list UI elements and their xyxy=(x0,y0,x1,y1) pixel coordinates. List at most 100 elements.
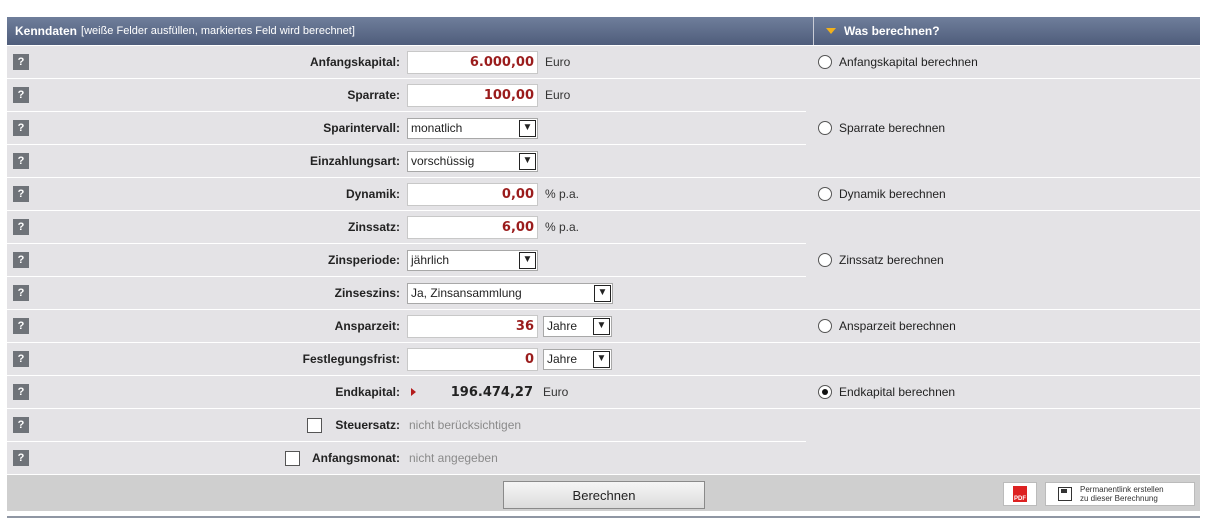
radio-button-selected[interactable] xyxy=(818,385,832,399)
pdf-button[interactable]: PDF xyxy=(1003,482,1037,506)
field-label: Zinssatz: xyxy=(347,220,400,234)
field-label: Anfangsmonat: xyxy=(312,451,400,465)
permalink-line1: Permanentlink erstellen xyxy=(1080,485,1164,494)
chevron-down-icon: ▼ xyxy=(519,251,536,269)
radio-button[interactable] xyxy=(818,187,832,201)
anfangsmonat-checkbox[interactable] xyxy=(285,451,300,466)
zinsperiode-select[interactable]: jährlich ▼ xyxy=(407,249,538,271)
field-label: Zinsperiode: xyxy=(327,253,400,267)
panel-header: Kenndaten [weiße Felder ausfüllen, marki… xyxy=(7,17,1200,45)
help-icon[interactable]: ? xyxy=(13,54,29,70)
option-zinssatz[interactable]: Zinssatz berechnen xyxy=(806,210,1200,309)
option-ansparzeit[interactable]: Ansparzeit berechnen xyxy=(806,309,1200,342)
ansparzeit-input[interactable]: 36 xyxy=(407,314,538,338)
panel-footer: Berechnen PDF Permanentlink erstellen zu… xyxy=(7,474,1200,511)
permalink-label: Permanentlink erstellen zu dieser Berech… xyxy=(1080,485,1164,503)
field-label: Steuersatz: xyxy=(335,418,400,432)
field-label: Festlegungsfrist: xyxy=(302,352,400,366)
help-icon[interactable]: ? xyxy=(13,153,29,169)
calc-choice-panel: Anfangskapital berechnen Sparrate berech… xyxy=(806,45,1200,474)
permalink-line2: zu dieser Berechnung xyxy=(1080,494,1158,503)
calculate-button[interactable]: Berechnen xyxy=(503,481,705,509)
option-label: Zinssatz berechnen xyxy=(839,253,944,267)
pdf-icon: PDF xyxy=(1013,486,1027,502)
select-value: jährlich xyxy=(411,253,450,267)
einzahlungsart-select[interactable]: vorschüssig ▼ xyxy=(407,150,538,172)
field-label: Zinseszins: xyxy=(334,286,400,300)
option-anfangskapital[interactable]: Anfangskapital berechnen xyxy=(806,45,1200,78)
chevron-down-icon: ▼ xyxy=(594,284,611,302)
row-steuersatz: ? Steuersatz: nicht berücksichtigen xyxy=(7,408,806,441)
row-festlegungsfrist: ? Festlegungsfrist: 0 Jahre ▼ xyxy=(7,342,806,375)
option-endkapital[interactable]: Endkapital berechnen xyxy=(806,375,1200,408)
radio-button[interactable] xyxy=(818,319,832,333)
unit-label: % p.a. xyxy=(545,220,580,234)
help-icon[interactable]: ? xyxy=(13,450,29,466)
calculator-panel: Kenndaten [weiße Felder ausfüllen, marki… xyxy=(7,17,1200,511)
zinssatz-input[interactable]: 6,00 xyxy=(407,215,538,239)
endkapital-result: 196.474,27 xyxy=(407,381,536,404)
field-label: Anfangskapital: xyxy=(309,55,400,69)
radio-button[interactable] xyxy=(818,253,832,267)
bottom-divider xyxy=(7,516,1200,518)
field-label: Einzahlungsart: xyxy=(309,154,400,168)
help-icon[interactable]: ? xyxy=(13,417,29,433)
row-zinsperiode: ? Zinsperiode: jährlich ▼ xyxy=(7,243,806,276)
option-sparrate[interactable]: Sparrate berechnen xyxy=(806,78,1200,177)
save-icon xyxy=(1058,487,1072,501)
unit-label: Euro xyxy=(545,88,571,102)
select-value: Ja, Zinsansammlung xyxy=(411,286,522,300)
row-zinssatz: ? Zinssatz: 6,00 % p.a. xyxy=(7,210,806,243)
sparintervall-select[interactable]: monatlich ▼ xyxy=(407,117,538,139)
endkapital-value: 196.474,27 xyxy=(450,384,533,400)
festlegungsfrist-unit-select[interactable]: Jahre ▼ xyxy=(543,348,612,370)
chevron-down-icon: ▼ xyxy=(593,350,610,368)
row-ansparzeit: ? Ansparzeit: 36 Jahre ▼ xyxy=(7,309,806,342)
select-value: vorschüssig xyxy=(411,154,475,168)
dynamik-input[interactable]: 0,00 xyxy=(407,182,538,206)
header-right: Was berechnen? xyxy=(814,17,1200,45)
steuersatz-checkbox[interactable] xyxy=(307,418,322,433)
row-zinseszins: ? Zinseszins: Ja, Zinsansammlung ▼ xyxy=(7,276,806,309)
chevron-down-icon: ▼ xyxy=(593,317,610,335)
row-anfangsmonat: ? Anfangsmonat: nicht angegeben xyxy=(7,441,806,474)
radio-button[interactable] xyxy=(818,55,832,69)
help-icon[interactable]: ? xyxy=(13,87,29,103)
help-icon[interactable]: ? xyxy=(13,318,29,334)
steuersatz-note: nicht berücksichtigen xyxy=(409,418,522,432)
row-sparintervall: ? Sparintervall: monatlich ▼ xyxy=(7,111,806,144)
ansparzeit-unit-select[interactable]: Jahre ▼ xyxy=(543,315,612,337)
row-dynamik: ? Dynamik: 0,00 % p.a. xyxy=(7,177,806,210)
radio-button[interactable] xyxy=(818,121,832,135)
header-subtitle: [weiße Felder ausfüllen, markiertes Feld… xyxy=(81,25,355,37)
permalink-button[interactable]: Permanentlink erstellen zu dieser Berech… xyxy=(1045,482,1195,506)
panel-body: ? Anfangskapital: 6.000,00 Euro ? Sparra… xyxy=(7,45,1200,474)
sparrate-input[interactable]: 100,00 xyxy=(407,83,538,107)
anfangskapital-input[interactable]: 6.000,00 xyxy=(407,50,538,74)
calc-choice-title: Was berechnen? xyxy=(844,24,940,38)
field-label: Sparrate: xyxy=(347,88,400,102)
help-icon[interactable]: ? xyxy=(13,351,29,367)
help-icon[interactable]: ? xyxy=(13,186,29,202)
row-sparrate: ? Sparrate: 100,00 Euro xyxy=(7,78,806,111)
triangle-down-icon xyxy=(826,28,836,34)
row-einzahlungsart: ? Einzahlungsart: vorschüssig ▼ xyxy=(7,144,806,177)
zinseszins-select[interactable]: Ja, Zinsansammlung ▼ xyxy=(407,282,613,304)
option-dynamik[interactable]: Dynamik berechnen xyxy=(806,177,1200,210)
option-label: Dynamik berechnen xyxy=(839,187,946,201)
chevron-down-icon: ▼ xyxy=(519,119,536,137)
unit-label: % p.a. xyxy=(545,187,580,201)
field-label: Endkapital: xyxy=(335,385,400,399)
header-title: Kenndaten xyxy=(15,24,78,38)
option-empty xyxy=(806,408,1200,474)
result-marker-icon xyxy=(411,388,416,396)
help-icon[interactable]: ? xyxy=(13,285,29,301)
help-icon[interactable]: ? xyxy=(13,219,29,235)
help-icon[interactable]: ? xyxy=(13,120,29,136)
help-icon[interactable]: ? xyxy=(13,384,29,400)
help-icon[interactable]: ? xyxy=(13,252,29,268)
festlegungsfrist-input[interactable]: 0 xyxy=(407,347,538,371)
option-label: Sparrate berechnen xyxy=(839,121,946,135)
option-label: Ansparzeit berechnen xyxy=(839,319,956,333)
anfangsmonat-note: nicht angegeben xyxy=(409,451,498,465)
